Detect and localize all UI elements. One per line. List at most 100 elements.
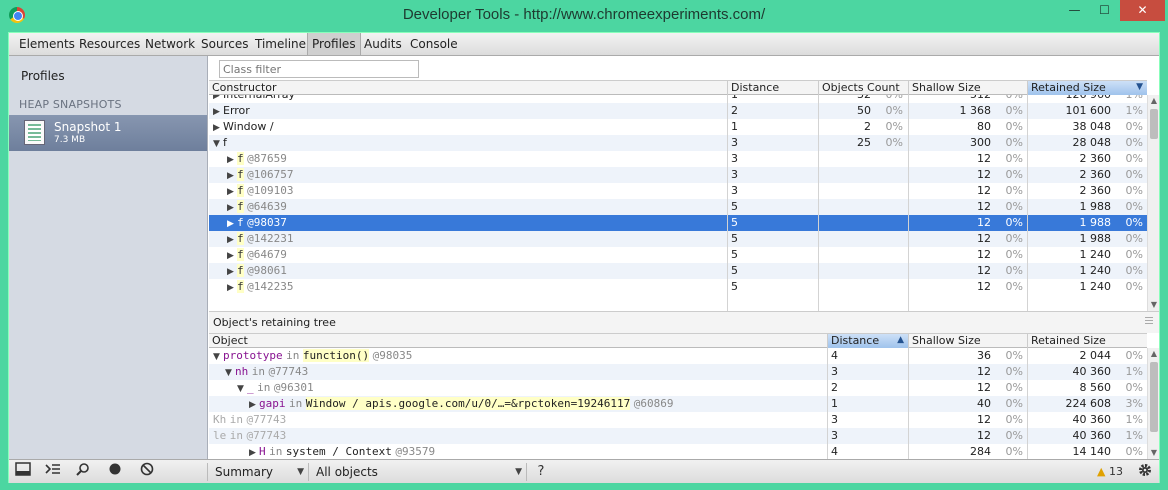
column-retained-size[interactable]: Retained Size ▼ xyxy=(1027,81,1147,95)
column-divider xyxy=(908,95,909,311)
splitter-grip-icon[interactable] xyxy=(1145,317,1153,325)
minimize-button[interactable]: — xyxy=(1060,0,1089,21)
table-row[interactable]: ▶ f @98061 5 12 0% 1 240 0% xyxy=(209,263,1147,279)
expand-arrow-icon[interactable]: ▶ xyxy=(227,264,237,279)
class-filter-input[interactable] xyxy=(219,60,419,78)
console-drawer-icon[interactable] xyxy=(41,462,65,482)
tab-elements[interactable]: Elements xyxy=(15,33,79,55)
distance-cell: 3 xyxy=(731,152,738,165)
objects-count-pct: 0% xyxy=(873,95,903,103)
column-objects-count[interactable]: Objects Count xyxy=(818,81,908,95)
table-row[interactable]: ▶ f @142231 5 12 0% 1 988 0% xyxy=(209,231,1147,247)
expand-arrow-icon[interactable]: ▼ xyxy=(225,365,235,380)
tab-resources[interactable]: Resources xyxy=(75,33,144,55)
table-row[interactable]: le in @77743 3 12 0% 40 360 1% xyxy=(209,428,1147,444)
search-icon[interactable] xyxy=(71,462,95,482)
expand-arrow-icon[interactable]: ▼ xyxy=(213,136,223,151)
expand-arrow-icon[interactable]: ▶ xyxy=(213,95,223,103)
column-shallow-size[interactable]: Shallow Size xyxy=(908,81,1027,95)
scroll-up-icon[interactable]: ▲ xyxy=(1148,348,1160,360)
tab-network[interactable]: Network xyxy=(141,33,199,55)
expand-arrow-icon[interactable]: ▶ xyxy=(213,104,223,119)
sidebar-item-snapshot[interactable]: Snapshot 1 7.3 MB xyxy=(9,115,207,151)
table-row[interactable]: ▶ f @64679 5 12 0% 1 240 0% xyxy=(209,247,1147,263)
snapshot-size: 7.3 MB xyxy=(54,135,86,145)
table-row[interactable]: ▶ gapi in Window / apis.google.com/u/0/…=… xyxy=(209,396,1147,412)
shallow-size-pct: 0% xyxy=(993,95,1023,103)
shallow-size-pct: 0% xyxy=(1005,120,1023,133)
column-distance-sorted[interactable]: Distance ▲ xyxy=(827,334,908,348)
maximize-button[interactable]: ☐ xyxy=(1090,0,1119,21)
objects-count-cell: 50 xyxy=(857,104,871,117)
shallow-size-pct: 0% xyxy=(1005,216,1023,229)
tab-sources[interactable]: Sources xyxy=(197,33,252,55)
tab-timeline[interactable]: Timeline xyxy=(251,33,310,55)
expand-arrow-icon[interactable]: ▶ xyxy=(227,152,237,167)
expand-arrow-icon[interactable]: ▶ xyxy=(227,232,237,247)
help-button[interactable]: ? xyxy=(529,462,553,482)
column-constructor[interactable]: Constructor xyxy=(209,81,727,95)
expand-arrow-icon[interactable]: ▶ xyxy=(227,280,237,295)
object-id: @77743 xyxy=(246,413,287,426)
constructors-scrollbar[interactable]: ▲ ▼ xyxy=(1147,95,1159,311)
table-row[interactable]: ▶ Window / 1 2 0% 80 0% 38 048 0% xyxy=(209,119,1147,135)
view-select[interactable]: Summary ▼ xyxy=(211,463,309,481)
table-row[interactable]: ▶ Error 2 50 0% 1 368 0% 101 600 1% xyxy=(209,103,1147,119)
tab-audits[interactable]: Audits xyxy=(360,33,406,55)
clear-icon[interactable] xyxy=(135,462,159,482)
scroll-down-icon[interactable]: ▼ xyxy=(1148,299,1160,311)
table-row[interactable]: ▶ f @106757 3 12 0% 2 360 0% xyxy=(209,167,1147,183)
distance-cell: 5 xyxy=(731,200,738,213)
scroll-thumb[interactable] xyxy=(1150,109,1158,139)
table-row[interactable]: ▼ nh in @77743 3 12 0% 40 360 1% xyxy=(209,364,1147,380)
column-distance[interactable]: Distance xyxy=(727,81,818,95)
expand-arrow-icon[interactable]: ▶ xyxy=(249,445,259,459)
object-filter-select[interactable]: All objects ▼ xyxy=(312,463,527,481)
column-shallow-size-ret[interactable]: Shallow Size xyxy=(908,334,1027,348)
expand-arrow-icon[interactable]: ▶ xyxy=(249,397,259,412)
table-row[interactable]: ▶ f @87659 3 12 0% 2 360 0% xyxy=(209,151,1147,167)
expand-arrow-icon[interactable]: ▶ xyxy=(227,216,237,231)
table-row[interactable]: ▶ f @98037 5 12 0% 1 988 0% xyxy=(209,215,1147,231)
tab-profiles[interactable]: Profiles xyxy=(307,33,361,55)
expand-arrow-icon[interactable]: ▶ xyxy=(227,184,237,199)
column-retained-size-ret[interactable]: Retained Size xyxy=(1027,334,1147,348)
column-object[interactable]: Object xyxy=(209,334,827,348)
column-retained-size-label: Retained Size xyxy=(1031,81,1106,94)
object-id: @60869 xyxy=(633,397,674,410)
table-row[interactable]: ▼ prototype in function() @98035 4 36 0% 2 04… xyxy=(209,348,1147,364)
expand-arrow-icon[interactable]: ▶ xyxy=(227,248,237,263)
object-id: @98061 xyxy=(247,264,287,277)
record-icon[interactable] xyxy=(103,462,127,482)
shallow-size-cell: 12 xyxy=(977,248,991,261)
dock-icon[interactable] xyxy=(11,462,35,482)
in-keyword: in xyxy=(269,445,283,458)
table-row[interactable]: ▶ f @109103 3 12 0% 2 360 0% xyxy=(209,183,1147,199)
tab-console[interactable]: Console xyxy=(406,33,462,55)
expand-arrow-icon[interactable]: ▶ xyxy=(227,168,237,183)
gear-icon[interactable] xyxy=(1133,462,1157,482)
expand-arrow-icon[interactable]: ▶ xyxy=(227,200,237,215)
expand-arrow-icon[interactable]: ▼ xyxy=(237,381,247,396)
expand-arrow-icon[interactable]: ▶ xyxy=(213,120,223,135)
scroll-down-icon[interactable]: ▼ xyxy=(1148,447,1160,459)
object-name: f xyxy=(237,216,244,229)
table-row[interactable]: Kh in @77743 3 12 0% 40 360 1% xyxy=(209,412,1147,428)
warnings-counter[interactable]: ▲ 13 xyxy=(1097,465,1123,478)
table-row[interactable]: ▼ _ in @96301 2 12 0% 8 560 0% xyxy=(209,380,1147,396)
shallow-size-pct: 0% xyxy=(1005,365,1023,378)
constructors-grid: ▶InternalArray1320%5120%126 9601%▶Error2… xyxy=(209,95,1147,311)
shallow-size-cell: 40 xyxy=(977,397,991,410)
retained-size-cell: 101 600 xyxy=(1065,104,1112,117)
scroll-up-icon[interactable]: ▲ xyxy=(1148,95,1160,107)
expand-arrow-icon[interactable]: ▼ xyxy=(213,349,223,364)
heap-snapshots-heading: HEAP SNAPSHOTS xyxy=(19,98,122,111)
close-button[interactable]: ✕ xyxy=(1120,0,1165,21)
table-row[interactable]: ▶ f @64639 5 12 0% 1 988 0% xyxy=(209,199,1147,215)
scroll-thumb[interactable] xyxy=(1150,362,1158,432)
table-row[interactable]: ▶ f @142235 5 12 0% 1 240 0% xyxy=(209,279,1147,295)
table-row[interactable]: ▼ f 3 25 0% 300 0% 28 048 0% xyxy=(209,135,1147,151)
table-row[interactable]: ▶ H in system / Context @93579 4 284 0% 14 14… xyxy=(209,444,1147,459)
retaining-scrollbar[interactable]: ▲ ▼ xyxy=(1147,348,1159,459)
table-row[interactable]: ▶InternalArray1320%5120%126 9601% xyxy=(209,95,1147,103)
